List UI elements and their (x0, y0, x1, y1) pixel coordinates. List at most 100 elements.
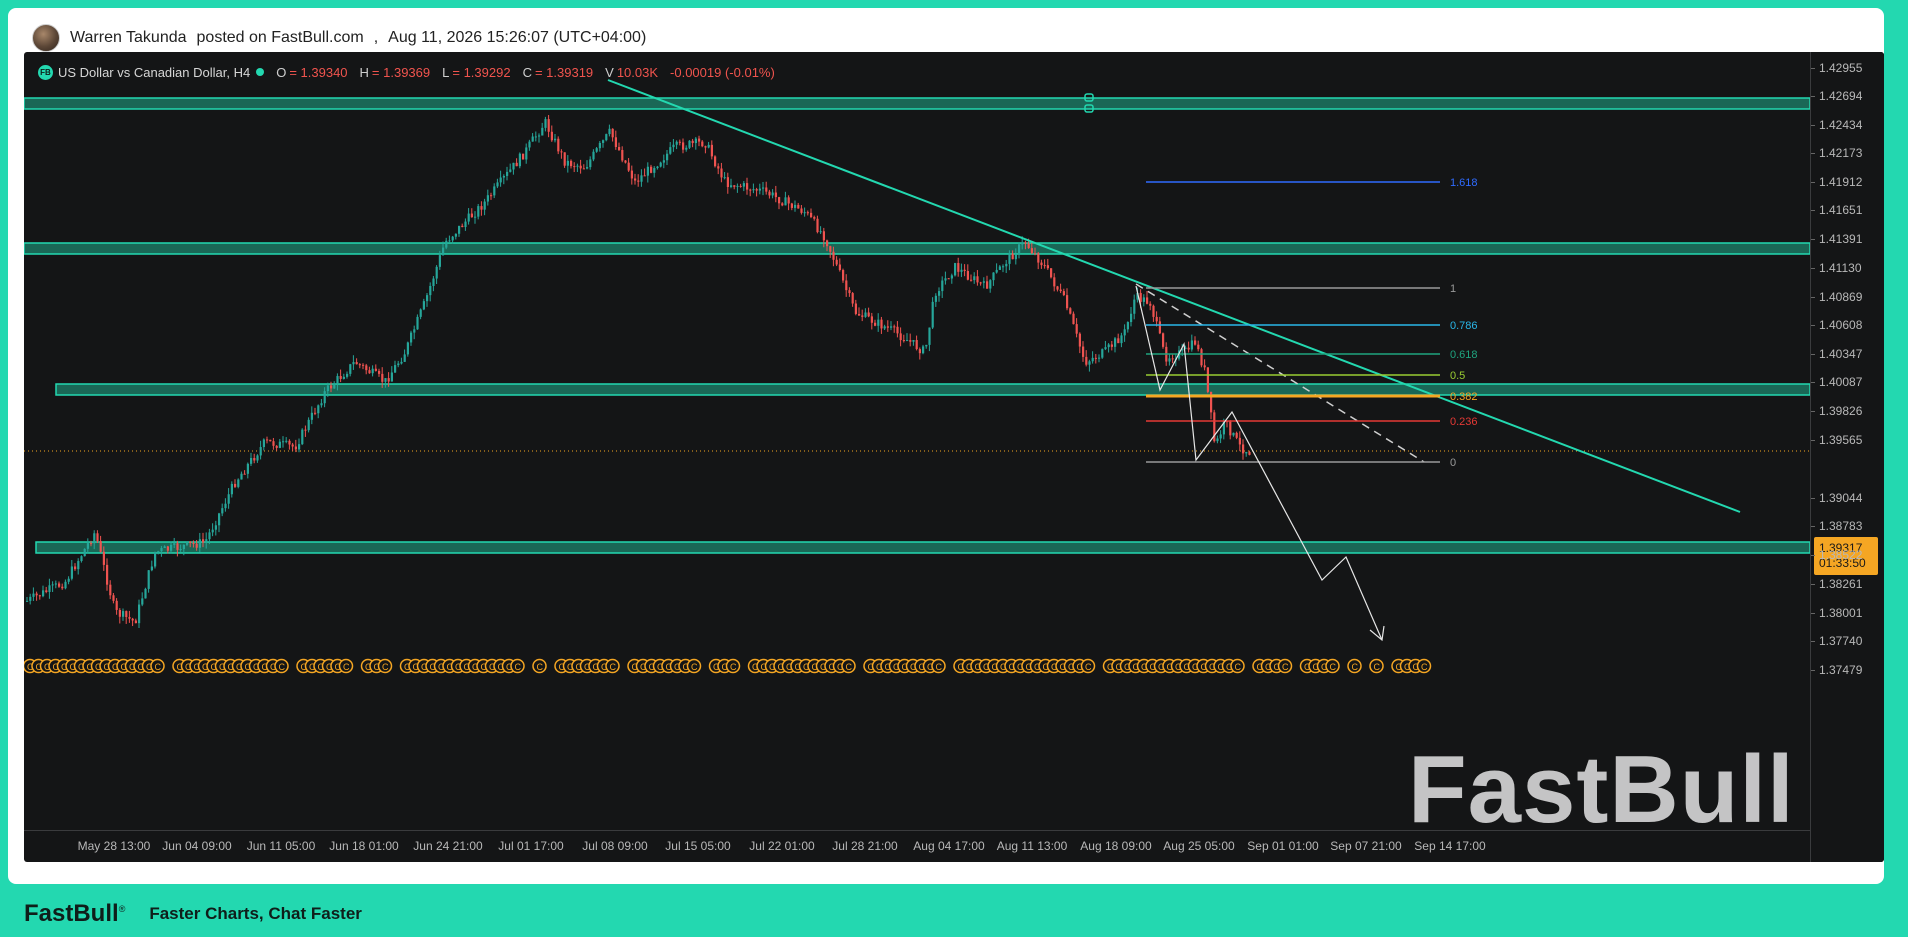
candle-body (1011, 253, 1014, 260)
candle-body (109, 584, 112, 596)
projection-zigzag-arrow[interactable] (1135, 285, 1383, 641)
candle-body (419, 309, 422, 317)
candle-body (672, 144, 675, 148)
event-marker-glyph: C (515, 662, 522, 672)
candle-body (515, 162, 518, 167)
candle-body (1059, 289, 1062, 292)
candle-body (685, 147, 688, 150)
fibonacci-retracement[interactable]: 1.618 1 0.786 0.618 0.5 0.382 0.236 0 (1146, 177, 1478, 469)
candle-body (1126, 322, 1129, 330)
event-marker-glyph: C (155, 662, 162, 672)
price-tick: 1.38001 (1810, 606, 1863, 620)
candle-body (886, 326, 889, 328)
registered-mark: ® (118, 904, 126, 914)
candle-body (323, 391, 326, 404)
fib-level-label: 0 (1450, 457, 1456, 469)
candle-body (592, 151, 595, 160)
candle-body (896, 326, 899, 334)
event-marker-glyph: C (279, 662, 286, 672)
candle-body (1158, 321, 1161, 334)
fib-level-label: 0.786 (1450, 320, 1478, 332)
event-marker-glyph: C (1374, 662, 1381, 672)
event-marker-glyph: C (1085, 662, 1092, 672)
candle-body (416, 316, 419, 330)
descending-trendline[interactable] (607, 79, 1741, 513)
candle-body (784, 197, 787, 206)
event-marker-glyph: C (610, 662, 617, 672)
candle-body (1040, 262, 1043, 266)
resistance-zone-mid[interactable] (24, 242, 1810, 255)
candle-body (285, 440, 288, 442)
candle-body (86, 543, 89, 549)
candle-body (1146, 297, 1149, 304)
time-tick: Jun 24 21:00 (413, 839, 483, 853)
candle-body (454, 233, 457, 237)
author-avatar[interactable] (32, 24, 60, 52)
candle-body (541, 127, 544, 136)
price-axis[interactable]: 1.39317 01:33:50 1.42955 1.42694 1.42434 1.… (1810, 52, 1884, 862)
event-markers-row[interactable]: CCCCCCCCCCCCCCCCCCCCCCCCCCCCCCCCCCCCCCCC… (24, 658, 1432, 674)
candle-body (701, 141, 704, 147)
candle-body (259, 447, 262, 456)
candle-body (179, 549, 182, 551)
candle-body (26, 600, 29, 602)
candle-body (598, 142, 601, 149)
candle-body (928, 327, 931, 345)
candle-body (822, 231, 825, 241)
support-zone-upper[interactable] (55, 383, 1810, 396)
candle-body (768, 191, 771, 196)
candle-body (342, 376, 345, 379)
candle-body (432, 278, 435, 287)
price-chart[interactable]: 1.618 1 0.786 0.618 0.5 0.382 0.236 0 C C C C C C C C C… (24, 52, 1810, 830)
candle-body (448, 240, 451, 242)
support-zone-lower[interactable] (35, 541, 1810, 554)
candle-body (115, 600, 118, 610)
candle-body (1168, 358, 1171, 362)
time-axis[interactable]: May 28 13:00 Jun 04 09:00 Jun 11 05:00 Jun … (24, 830, 1810, 862)
candle-body (966, 271, 969, 280)
candle-body (1018, 244, 1021, 255)
high-label: H (359, 64, 369, 80)
candle-body (70, 566, 73, 579)
candle-body (682, 142, 685, 150)
candle-body (563, 152, 566, 166)
candle-body (893, 326, 896, 328)
candle-body (1005, 263, 1008, 267)
time-tick: Sep 01 01:00 (1247, 839, 1319, 853)
candle-body (624, 160, 627, 163)
candle-body (726, 177, 729, 188)
open-value: = 1.39340 (289, 64, 348, 80)
post-timestamp: Aug 11, 2026 15:26:07 (UTC+04:00) (388, 29, 647, 46)
candle-body (106, 564, 109, 585)
candle-body (256, 455, 259, 461)
author-name[interactable]: Warren Takunda (70, 29, 187, 47)
resistance-zone-top[interactable] (24, 97, 1810, 110)
candle-body (173, 543, 176, 545)
chart-panel[interactable]: 1.618 1 0.786 0.618 0.5 0.382 0.236 0 C C C C C C C C C… (24, 52, 1884, 862)
candle-body (1030, 248, 1033, 254)
projection-dashed-line[interactable] (1135, 283, 1425, 463)
candle-body (211, 529, 214, 533)
candle-body (1117, 338, 1120, 344)
candle-body (509, 169, 512, 172)
candle-body (131, 618, 134, 621)
event-marker-glyph: C (343, 662, 350, 672)
candle-body (352, 362, 355, 365)
candle-body (755, 189, 758, 191)
time-tick: Jun 04 09:00 (162, 839, 232, 853)
symbol-name[interactable]: US Dollar vs Canadian Dollar, H4 (58, 65, 250, 80)
candle-body (957, 263, 960, 272)
candle-body (1194, 340, 1197, 345)
candle-body (346, 373, 349, 377)
candle-body (160, 548, 163, 552)
candle-body (298, 444, 301, 450)
candle-body (912, 340, 915, 342)
candle-body (560, 151, 563, 153)
candle-body (77, 561, 80, 570)
candle-body (794, 204, 797, 208)
candle-body (339, 376, 342, 379)
candle-body (950, 275, 953, 279)
candle-body (1162, 333, 1165, 347)
candle-body (80, 556, 83, 562)
footer-logo[interactable]: FastBull® (24, 900, 125, 928)
